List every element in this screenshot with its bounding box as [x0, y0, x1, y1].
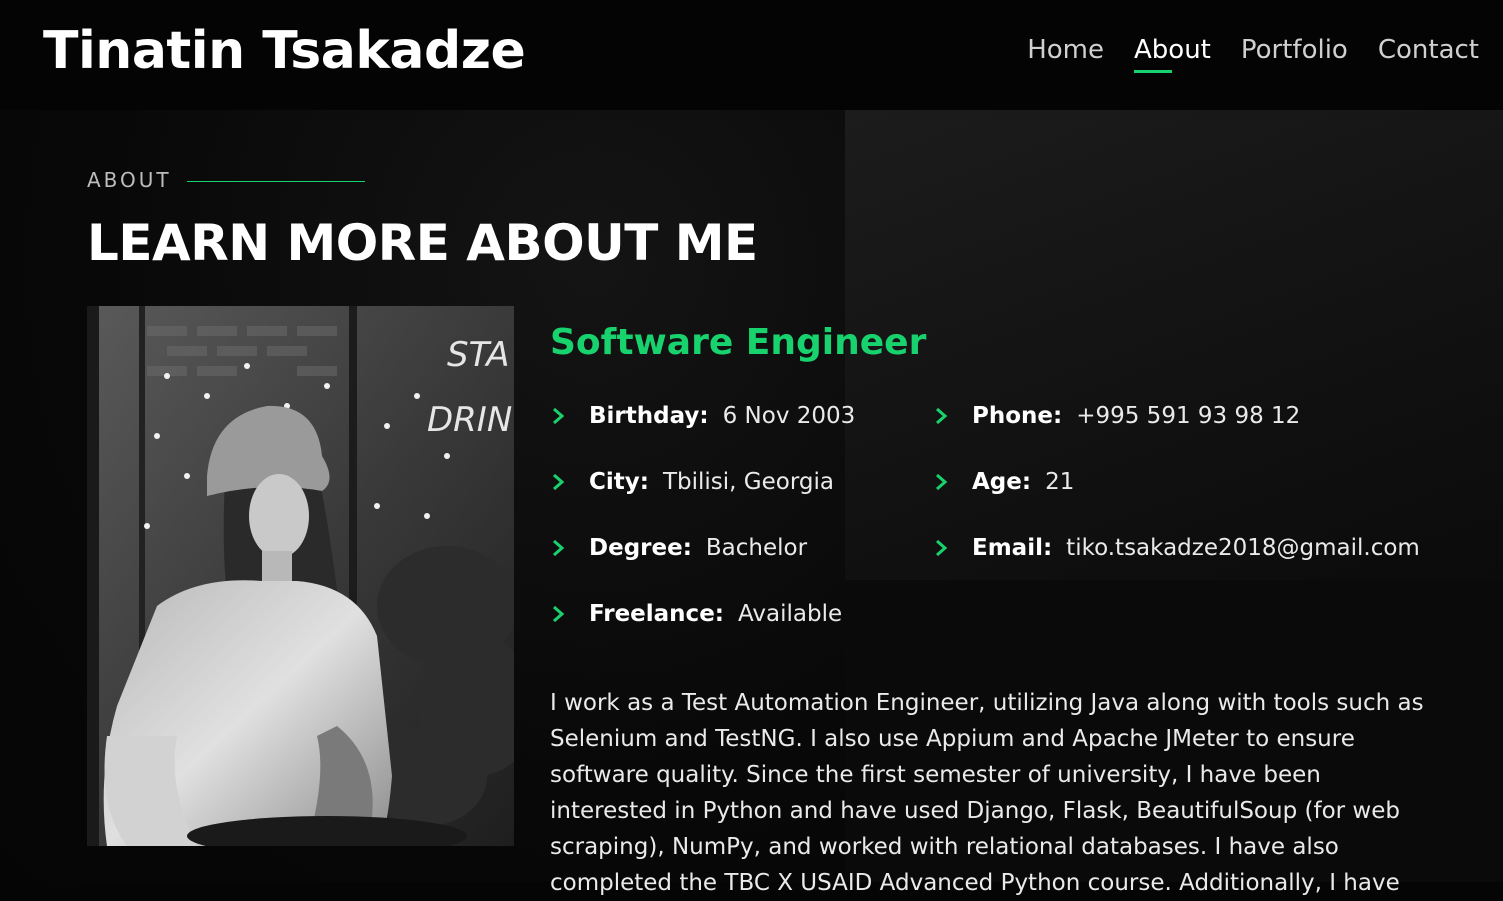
info-label: Degree: — [589, 535, 692, 561]
info-birthday: Birthday: 6 Nov 2003 — [550, 396, 855, 436]
chevron-right-icon — [933, 538, 961, 558]
info-degree: Degree: Bachelor — [550, 528, 807, 568]
svg-text:STA: STA — [447, 335, 510, 375]
email-link[interactable]: tiko.tsakadze2018@gmail.com — [1066, 535, 1420, 561]
chevron-right-icon — [550, 604, 578, 624]
chevron-right-icon — [550, 406, 578, 426]
background-overlay — [845, 110, 1503, 580]
info-phone: Phone: +995 591 93 98 12 — [933, 396, 1300, 436]
nav-portfolio[interactable]: Portfolio — [1241, 30, 1348, 70]
info-city: City: Tbilisi, Georgia — [550, 462, 834, 502]
chevron-right-icon — [933, 406, 961, 426]
info-value: Available — [738, 601, 843, 627]
main-nav: Home About Portfolio Contact — [1027, 30, 1479, 73]
svg-text:DRIN: DRIN — [427, 400, 512, 440]
info-value: Bachelor — [705, 535, 808, 561]
info-label: Phone: — [972, 403, 1063, 429]
info-label: Age: — [972, 469, 1032, 495]
site-logo[interactable]: Tinatin Tsakadze — [43, 16, 526, 86]
bio-paragraph: I work as a Test Automation Engineer, ut… — [550, 690, 1424, 896]
info-age: Age: 21 — [933, 462, 1074, 502]
chevron-right-icon — [550, 472, 578, 492]
info-value: Tbilisi, Georgia — [662, 469, 834, 495]
nav-about[interactable]: About — [1134, 30, 1211, 73]
info-label: Email: — [972, 535, 1053, 561]
chevron-right-icon — [550, 538, 578, 558]
nav-contact[interactable]: Contact — [1378, 30, 1479, 70]
info-value: 21 — [1045, 469, 1075, 495]
role-title: Software Engineer — [550, 322, 927, 363]
info-email: Email: tiko.tsakadze2018@gmail.com — [933, 528, 1420, 568]
section-eyebrow: ABOUT — [87, 168, 172, 192]
section-title: LEARN MORE ABOUT ME — [87, 214, 758, 272]
info-label: Freelance: — [589, 601, 724, 627]
chevron-right-icon — [933, 472, 961, 492]
nav-home[interactable]: Home — [1027, 30, 1104, 70]
info-value: +995 591 93 98 12 — [1076, 403, 1301, 429]
info-value: 6 Nov 2003 — [722, 403, 856, 429]
info-label: Birthday: — [589, 403, 709, 429]
info-label: City: — [589, 469, 649, 495]
info-freelance: Freelance: Available — [550, 594, 842, 634]
site-header: Tinatin Tsakadze Home About Portfolio Co… — [0, 0, 1503, 110]
eyebrow-divider — [187, 181, 365, 182]
profile-photo: STA DRIN — [87, 306, 514, 846]
